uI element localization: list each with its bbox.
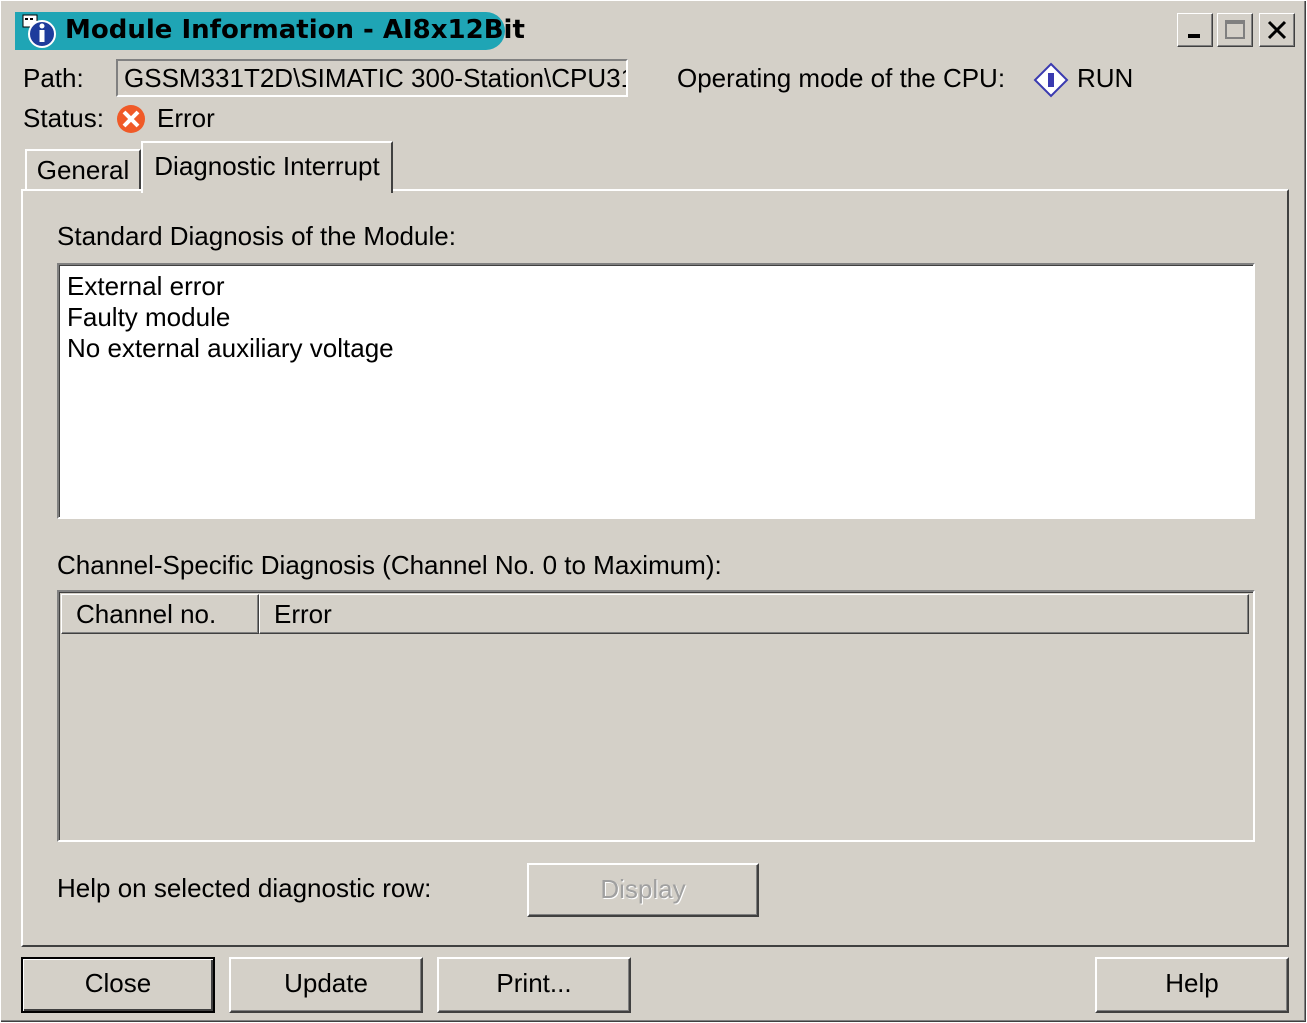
module-information-window: Module Information - AI8x12Bit Path: GSS…: [0, 0, 1307, 1023]
close-window-button[interactable]: [1259, 13, 1295, 47]
help-button[interactable]: Help: [1095, 957, 1289, 1013]
list-item[interactable]: External error: [67, 271, 1245, 302]
run-diamond-icon: [1033, 62, 1069, 98]
print-button[interactable]: Print...: [437, 957, 631, 1013]
table-header: Channel no. Error: [61, 594, 1249, 634]
minimize-button[interactable]: [1177, 13, 1213, 47]
update-button[interactable]: Update: [229, 957, 423, 1013]
cpu-mode-label: Operating mode of the CPU:: [677, 63, 1006, 93]
standard-diagnosis-list[interactable]: External error Faulty module No external…: [57, 263, 1255, 519]
error-x-icon: [117, 105, 145, 133]
status-label: Status:: [23, 103, 104, 133]
list-item[interactable]: No external auxiliary voltage: [67, 333, 1245, 364]
cpu-mode-value: RUN: [1077, 63, 1134, 93]
maximize-icon: [1225, 20, 1245, 39]
column-header-channel-no[interactable]: Channel no.: [61, 594, 259, 634]
standard-diagnosis-label: Standard Diagnosis of the Module:: [57, 221, 456, 251]
path-field[interactable]: GSSM331T2D\SIMATIC 300-Station\CPU31: [116, 59, 628, 97]
list-item[interactable]: Faulty module: [67, 302, 1245, 333]
minimize-icon: [1188, 34, 1200, 38]
tab-diagnostic-interrupt[interactable]: Diagnostic Interrupt: [141, 141, 393, 193]
close-button[interactable]: Close: [21, 957, 215, 1013]
column-header-error[interactable]: Error: [259, 594, 1249, 634]
display-button[interactable]: Display: [527, 863, 759, 917]
tab-general[interactable]: General: [25, 149, 141, 191]
maximize-button[interactable]: [1217, 13, 1253, 47]
close-icon: [1267, 20, 1287, 40]
title-bar[interactable]: Module Information - AI8x12Bit: [7, 9, 1299, 53]
info-icon: [22, 14, 56, 48]
channel-diagnosis-table[interactable]: Channel no. Error: [57, 590, 1255, 842]
path-label: Path:: [23, 63, 84, 93]
channel-diagnosis-label: Channel-Specific Diagnosis (Channel No. …: [57, 550, 722, 580]
status-value: Error: [157, 103, 215, 133]
help-row-label: Help on selected diagnostic row:: [57, 873, 432, 903]
window-title: Module Information - AI8x12Bit: [65, 15, 525, 45]
